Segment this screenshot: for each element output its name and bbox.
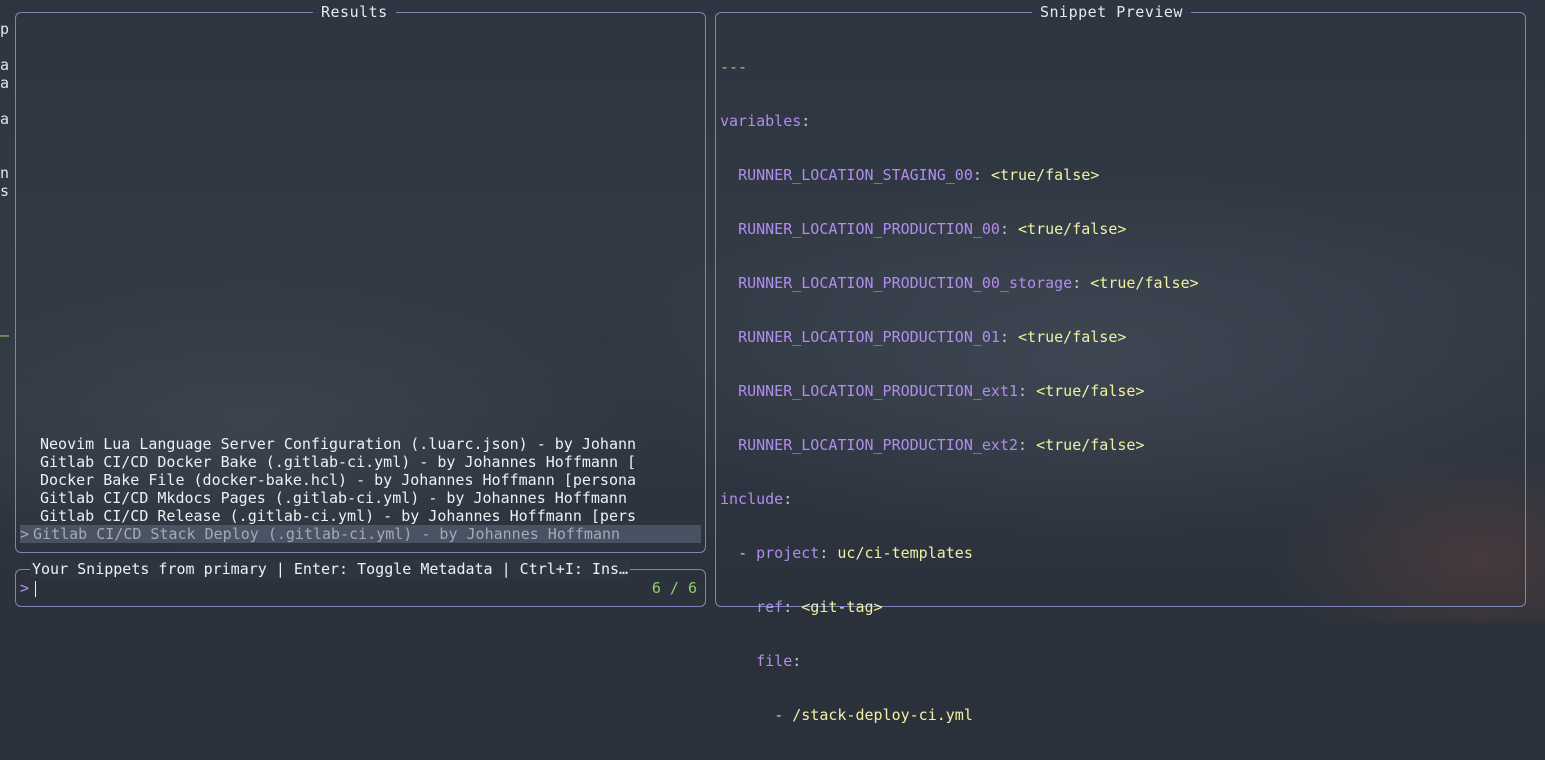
yaml-line: ref: <git-tag> [720, 598, 1199, 616]
yaml-line: RUNNER_LOCATION_PRODUCTION_01: <true/fal… [720, 328, 1199, 346]
results-title: Results [313, 3, 396, 21]
list-item[interactable]: Docker Bake File (docker-bake.hcl) - by … [20, 471, 701, 489]
selected-item-label: Gitlab CI/CD Stack Deploy (.gitlab-ci.ym… [33, 525, 620, 543]
yaml-punctuation: : [1072, 274, 1090, 292]
yaml-punctuation: : [819, 544, 837, 562]
yaml-punctuation: : [1000, 220, 1018, 238]
yaml-punctuation: : [1018, 436, 1036, 454]
search-input[interactable]: > 6 / 6 [20, 579, 699, 597]
edge-glyph: a [0, 56, 12, 74]
yaml-line: RUNNER_LOCATION_PRODUCTION_ext1: <true/f… [720, 382, 1199, 400]
yaml-punctuation: : [1000, 328, 1018, 346]
results-pane: Results Neovim Lua Language Server Confi… [15, 12, 706, 553]
yaml-line: RUNNER_LOCATION_PRODUCTION_00_storage: <… [720, 274, 1199, 292]
edge-glyph [0, 308, 12, 326]
yaml-punctuation: : [783, 490, 792, 508]
edge-glyph: — [0, 326, 12, 344]
results-list: Neovim Lua Language Server Configuration… [20, 435, 701, 543]
list-item[interactable]: Gitlab CI/CD Docker Bake (.gitlab-ci.yml… [20, 453, 701, 471]
edge-glyph [0, 272, 12, 290]
yaml-doc-start: --- [720, 58, 1199, 76]
yaml-line: RUNNER_LOCATION_PRODUCTION_ext2: <true/f… [720, 436, 1199, 454]
selection-marker: > [20, 525, 33, 543]
yaml-line: file: [720, 652, 1199, 670]
list-item[interactable]: Gitlab CI/CD Mkdocs Pages (.gitlab-ci.ym… [20, 489, 701, 507]
edge-glyph [0, 290, 12, 308]
edge-glyph [0, 128, 12, 146]
edge-glyph [0, 236, 12, 254]
text-cursor [35, 581, 36, 597]
prompt-pane: Your Snippets from primary | Enter: Togg… [15, 569, 706, 607]
yaml-punctuation: : [783, 598, 801, 616]
list-item-selected[interactable]: >Gitlab CI/CD Stack Deploy (.gitlab-ci.y… [20, 525, 701, 543]
edge-glyph [0, 218, 12, 236]
background-terminal-edge: p a a a n s — [0, 20, 12, 344]
yaml-line: - /stack-deploy-ci.yml [720, 706, 1199, 724]
list-item[interactable]: Gitlab CI/CD Release (.gitlab-ci.yml) - … [20, 507, 701, 525]
yaml-line: RUNNER_LOCATION_PRODUCTION_00: <true/fal… [720, 220, 1199, 238]
edge-glyph [0, 92, 12, 110]
edge-glyph: n [0, 164, 12, 182]
preview-title: Snippet Preview [1032, 3, 1191, 21]
edge-glyph: a [0, 110, 12, 128]
prompt-caret: > [20, 579, 29, 597]
yaml-punctuation: - [774, 706, 792, 724]
yaml-punctuation: : [801, 112, 810, 130]
edge-glyph [0, 200, 12, 218]
edge-glyph: p [0, 20, 12, 38]
edge-glyph: s [0, 182, 12, 200]
edge-glyph [0, 38, 12, 56]
edge-glyph [0, 254, 12, 272]
snippet-code: --- variables: RUNNER_LOCATION_STAGING_0… [720, 22, 1199, 760]
yaml-punctuation: : [1018, 382, 1036, 400]
match-counter: 6 / 6 [652, 579, 697, 597]
yaml-line: variables: [720, 112, 1199, 130]
yaml-line: - project: uc/ci-templates [720, 544, 1199, 562]
snippet-preview-pane: Snippet Preview --- variables: RUNNER_LO… [715, 12, 1526, 607]
yaml-line: RUNNER_LOCATION_STAGING_00: <true/false> [720, 166, 1199, 184]
list-item[interactable]: Neovim Lua Language Server Configuration… [20, 435, 701, 453]
yaml-punctuation: - [738, 544, 756, 562]
edge-glyph: a [0, 74, 12, 92]
prompt-header: Your Snippets from primary | Enter: Togg… [30, 560, 630, 578]
yaml-punctuation: : [973, 166, 991, 184]
yaml-line: include: [720, 490, 1199, 508]
yaml-punctuation: : [792, 652, 801, 670]
edge-glyph [0, 146, 12, 164]
